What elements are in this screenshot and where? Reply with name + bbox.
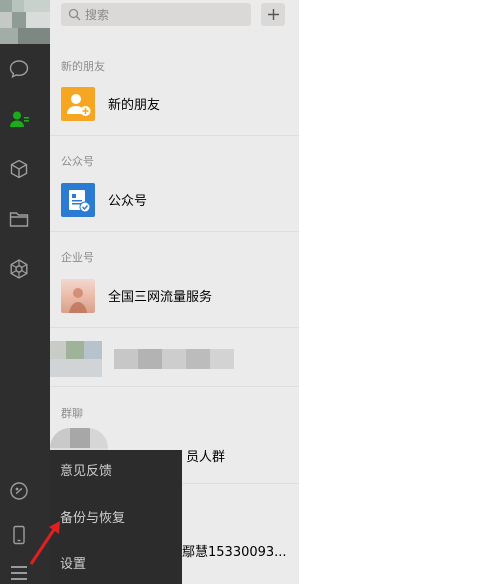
list-item-official-accounts[interactable]: 公众号 — [50, 168, 299, 232]
menu-item-backup-restore[interactable]: 备份与恢复 — [50, 499, 182, 539]
list-item-new-friends[interactable]: 新的朋友 — [50, 72, 299, 136]
add-contact-button[interactable] — [261, 3, 285, 26]
list-item-label: 新的朋友 — [108, 98, 161, 113]
section-header-official: 公众号 — [61, 155, 94, 168]
contact-name-partial: 鄢慧15330093... — [182, 545, 287, 560]
group-name: 员人群 — [186, 450, 226, 465]
list-item-enterprise-service[interactable]: 全国三网流量服务 — [50, 264, 299, 328]
search-bar — [50, 0, 299, 32]
search-input[interactable] — [85, 5, 245, 24]
mini-program-icon[interactable] — [8, 258, 30, 280]
section-header-enterprise: 企业号 — [61, 251, 94, 264]
chat-content-area — [299, 0, 477, 584]
chat-icon[interactable] — [8, 58, 30, 80]
enterprise-avatar — [61, 279, 95, 313]
contacts-icon[interactable] — [8, 108, 30, 130]
plus-icon — [267, 9, 279, 20]
blurred-avatar — [50, 341, 102, 377]
annotation-arrow-icon — [29, 521, 60, 565]
search-icon — [68, 8, 81, 21]
folder-icon[interactable] — [8, 208, 30, 230]
blurred-name — [114, 349, 234, 369]
list-item-blurred-contact[interactable] — [50, 329, 299, 387]
search-box[interactable] — [61, 3, 251, 26]
collections-cube-icon[interactable] — [8, 158, 30, 180]
nav-rail — [0, 0, 50, 584]
new-friend-icon — [61, 87, 95, 121]
settings-popup-menu: 意见反馈 备份与恢复 设置 — [50, 450, 182, 584]
menu-item-settings[interactable]: 设置 — [50, 545, 182, 584]
list-item-label: 公众号 — [108, 194, 148, 209]
section-header-groups: 群聊 — [61, 407, 83, 420]
list-item-label: 全国三网流量服务 — [108, 290, 213, 305]
official-account-icon — [61, 183, 95, 217]
avatar[interactable] — [0, 0, 50, 44]
moments-icon[interactable] — [8, 480, 30, 502]
menu-item-feedback[interactable]: 意见反馈 — [50, 452, 182, 492]
